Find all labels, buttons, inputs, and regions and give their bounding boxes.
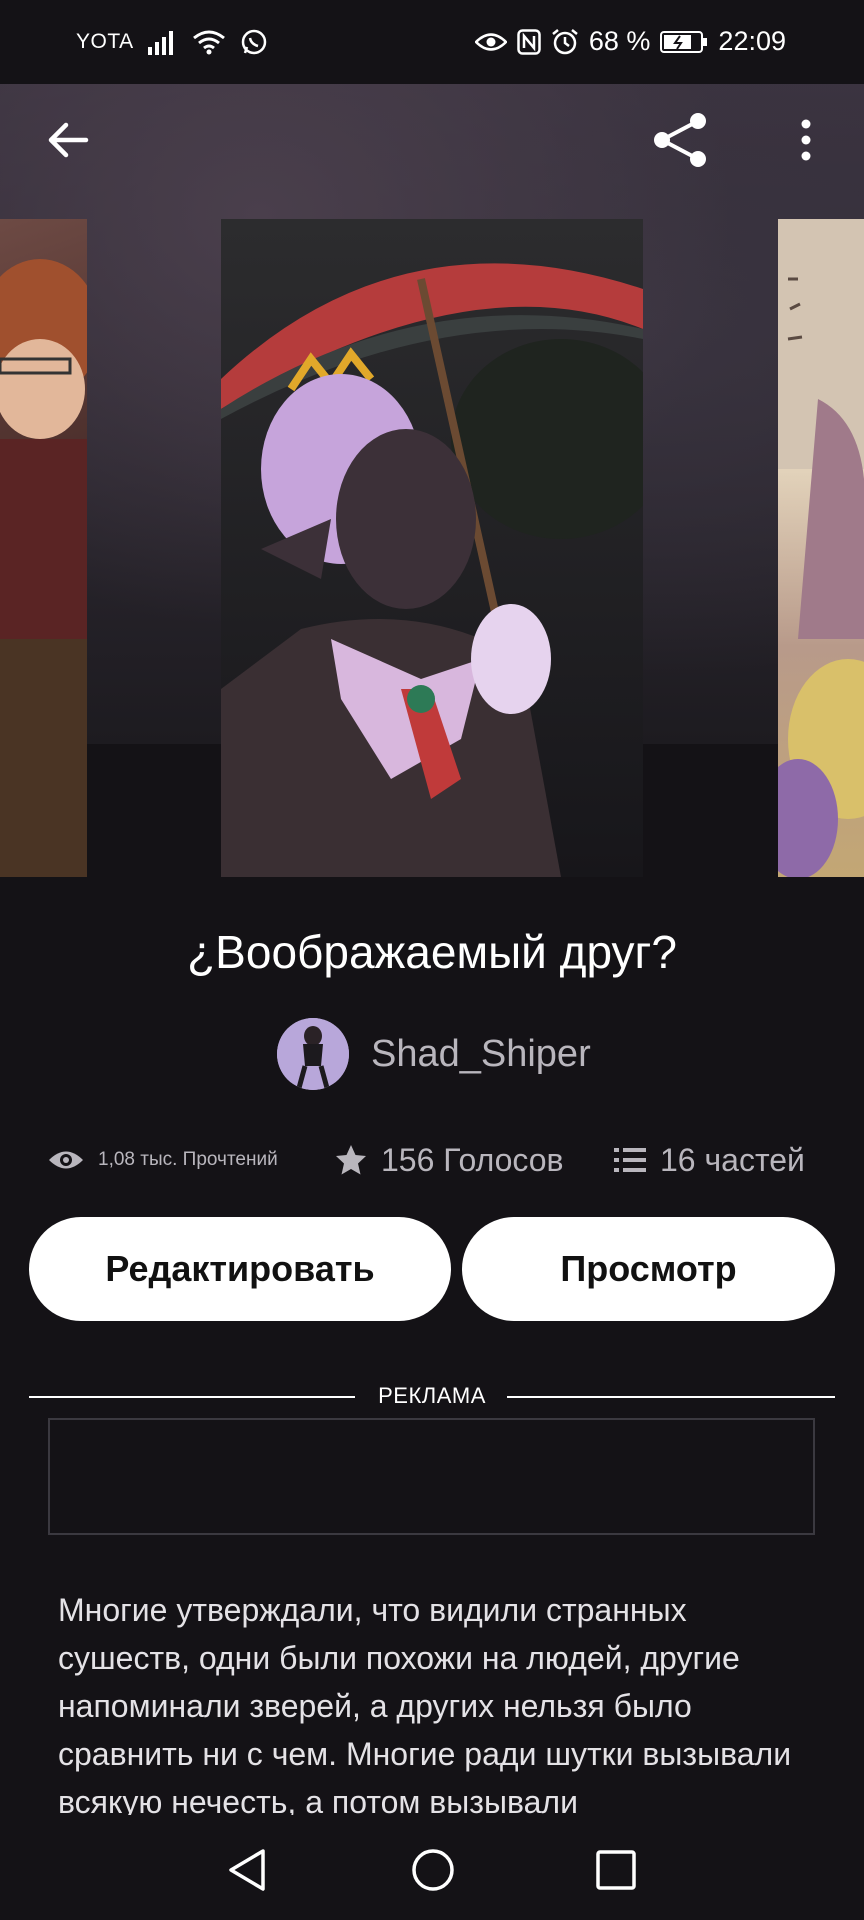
story-stats: 1,08 тыс. Прочтений 156 Голосов 16 часте… <box>48 1136 828 1184</box>
cover-next-artwork <box>778 219 864 877</box>
status-left: YOTA <box>76 28 268 56</box>
more-vertical-icon <box>801 119 811 161</box>
parts-stat[interactable]: 16 частей <box>614 1136 805 1184</box>
nfc-icon <box>517 28 541 55</box>
author-name[interactable]: Shad_Shiper <box>371 1033 591 1076</box>
cover-main-artwork <box>221 219 643 877</box>
cover-previous-artwork <box>0 259 87 877</box>
story-description: Многие утверждали, что видили странных с… <box>58 1592 792 1820</box>
view-button[interactable]: Просмотр <box>462 1217 835 1321</box>
circle-home-icon <box>412 1849 454 1891</box>
eye-icon <box>49 1151 83 1169</box>
cover-main[interactable] <box>221 219 643 877</box>
ad-divider-right <box>507 1396 835 1398</box>
author-link[interactable]: Shad_Shiper <box>277 1018 591 1090</box>
nav-back-button[interactable] <box>222 1845 272 1895</box>
list-icon <box>614 1148 646 1172</box>
author-avatar[interactable] <box>277 1018 349 1090</box>
whatsapp-icon <box>240 28 268 56</box>
clock: 22:09 <box>718 26 786 56</box>
parts-count[interactable]: 16 частей <box>660 1142 805 1179</box>
carrier-label: YOTA <box>76 30 134 53</box>
ad-divider: РЕКЛАМА <box>29 1383 835 1413</box>
star-icon <box>336 1145 366 1175</box>
square-recents-icon <box>596 1850 636 1890</box>
eye-icon <box>474 31 507 53</box>
battery-percent: 68 % <box>588 26 651 56</box>
nav-recents-button[interactable] <box>591 1845 641 1895</box>
signal-icon <box>147 29 178 55</box>
back-button[interactable] <box>38 110 98 170</box>
status-bar: YOTA 68 % 22:09 <box>0 0 864 84</box>
arrow-left-icon <box>48 122 89 158</box>
votes-stat: 156 Голосов <box>335 1136 564 1184</box>
share-button[interactable] <box>650 110 710 170</box>
votes-count: 156 Голосов <box>381 1141 564 1178</box>
story-title: ¿Воображаемый друг? <box>187 926 677 978</box>
reads-count: 1,08 тыс. Прочтений <box>98 1149 278 1170</box>
wifi-icon <box>192 29 226 55</box>
cover-previous[interactable] <box>0 219 87 877</box>
share-icon <box>654 113 706 167</box>
nav-home-button[interactable] <box>408 1845 458 1895</box>
ad-slot[interactable] <box>48 1418 815 1535</box>
edit-button[interactable]: Редактировать <box>29 1217 451 1321</box>
reads-stat: 1,08 тыс. Прочтений <box>48 1136 278 1184</box>
more-options-button[interactable] <box>776 110 836 170</box>
battery-icon <box>660 30 708 54</box>
status-right: 68 % 22:09 <box>474 26 786 57</box>
triangle-back-icon <box>229 1849 265 1891</box>
cover-next[interactable] <box>778 219 864 877</box>
alarm-icon <box>551 28 579 56</box>
system-nav-bar <box>0 1815 864 1920</box>
